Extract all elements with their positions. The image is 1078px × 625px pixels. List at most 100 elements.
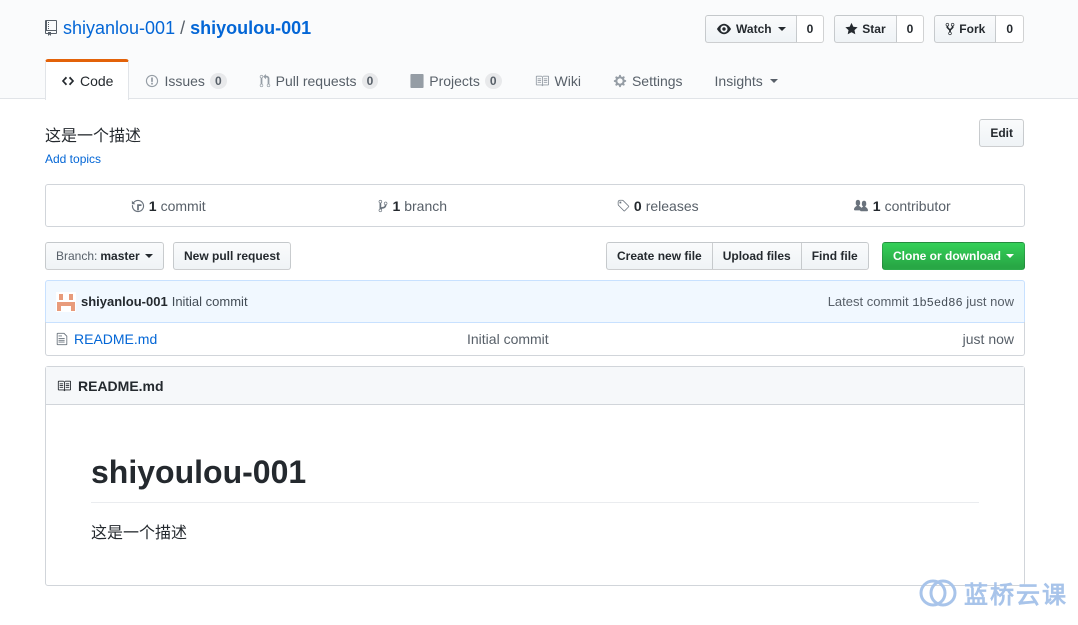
commit-tease: shiyanlou-001 Initial commit Latest comm… — [45, 280, 1025, 323]
find-file-button[interactable]: Find file — [800, 242, 869, 270]
file-list: README.md Initial commit just now — [45, 322, 1025, 356]
branches-count: 1 — [392, 197, 401, 214]
watch-button[interactable]: Watch — [705, 15, 797, 43]
fork-count[interactable]: 0 — [996, 15, 1024, 43]
watch-label: Watch — [736, 22, 772, 36]
repo-actions: Watch 0 Star 0 Fork 0 — [705, 15, 1024, 43]
fork-icon — [945, 22, 955, 36]
star-group: Star 0 — [834, 15, 925, 43]
releases-link[interactable]: 0 releases — [535, 185, 780, 226]
branch-icon — [379, 199, 388, 212]
repo-title: shiyanlou-001 / shiyoulou-001 — [45, 16, 311, 40]
tab-label: Code — [80, 73, 114, 89]
repo-header: shiyanlou-001 / shiyoulou-001 Watch 0 St… — [0, 0, 1078, 100]
book-icon — [535, 75, 549, 86]
watermark-text: 蓝桥云课 — [964, 582, 1068, 609]
readme-text: 这是一个描述 — [91, 525, 188, 542]
tab-code[interactable]: Code — [45, 59, 130, 100]
branch-prefix: Branch: — [56, 249, 98, 263]
repo-description: 这是一个描述 — [45, 128, 142, 145]
releases-count: 0 — [633, 197, 642, 214]
clone-label: Clone or download — [893, 249, 1001, 263]
fork-label: Fork — [959, 22, 986, 36]
eye-icon — [717, 23, 732, 35]
caret-down-icon — [144, 254, 153, 258]
clone-download-button[interactable]: Clone or download — [882, 242, 1025, 270]
fork-button[interactable]: Fork — [934, 15, 997, 43]
branches-label: branch — [404, 197, 448, 214]
issue-icon — [146, 74, 159, 87]
file-navigation: Branch: master New pull request Create n… — [45, 242, 1025, 270]
commit-age: just now — [966, 293, 1014, 309]
branch-select[interactable]: Branch: master — [45, 242, 164, 270]
tab-label: Insights — [714, 72, 763, 89]
contributors-count: 1 — [872, 197, 881, 214]
watermark: 蓝桥云课 — [918, 575, 1068, 610]
tab-label: Projects — [429, 72, 480, 89]
people-icon — [853, 199, 868, 211]
branches-link[interactable]: 1 branch — [291, 185, 536, 226]
new-pull-request-button[interactable]: New pull request — [173, 242, 292, 270]
star-icon — [845, 22, 858, 35]
tab-issues[interactable]: Issues 0 — [129, 59, 242, 99]
pr-counter: 0 — [361, 72, 379, 89]
commits-count: 1 — [148, 197, 157, 214]
caret-down-icon — [777, 27, 786, 31]
commit-author-link[interactable]: shiyanlou-001 — [81, 294, 168, 309]
code-icon — [61, 76, 75, 86]
lanqiao-logo-icon — [919, 579, 957, 606]
avatar[interactable] — [56, 291, 76, 312]
commits-link[interactable]: 1 commit — [46, 185, 291, 226]
releases-label: releases — [645, 197, 699, 214]
history-icon — [131, 199, 144, 212]
path-separator: / — [180, 18, 186, 38]
file-commit-message-link[interactable]: Initial commit — [467, 331, 549, 347]
contributors-label: contributor — [884, 197, 951, 214]
tab-label: Settings — [631, 72, 683, 89]
watch-group: Watch 0 — [705, 15, 825, 43]
watch-count[interactable]: 0 — [796, 15, 825, 43]
readme-body: shiyoulou-001 这是一个描述 — [46, 452, 1024, 543]
add-topics-link[interactable]: Add topics — [45, 152, 101, 166]
latest-commit-info: Latest commit 1b5ed86 just now — [828, 294, 1014, 310]
create-new-file-button[interactable]: Create new file — [606, 242, 713, 270]
file-name-link[interactable]: README.md — [74, 331, 157, 347]
tag-icon — [617, 199, 630, 211]
file-actions: Create new file Upload files Find file — [606, 242, 869, 270]
commits-label: commit — [160, 197, 206, 214]
star-count[interactable]: 0 — [896, 15, 925, 43]
tab-settings[interactable]: Settings — [597, 59, 699, 99]
edit-button[interactable]: Edit — [979, 119, 1024, 147]
repo-name-link[interactable]: shiyoulou-001 — [190, 16, 311, 40]
tab-label: Pull requests — [275, 72, 357, 89]
latest-commit-label: Latest commit — [827, 293, 909, 309]
tab-pull-requests[interactable]: Pull requests 0 — [243, 59, 395, 99]
book-icon — [57, 380, 71, 391]
tab-insights[interactable]: Insights — [699, 59, 794, 99]
tab-projects[interactable]: Projects 0 — [394, 59, 517, 99]
issues-counter: 0 — [209, 72, 227, 89]
star-label: Star — [862, 22, 886, 36]
upload-files-button[interactable]: Upload files — [711, 242, 802, 270]
tab-label: Issues — [164, 72, 205, 89]
repo-icon — [45, 20, 57, 36]
readme-header: README.md — [46, 367, 1024, 405]
commit-message-link[interactable]: Initial commit — [172, 294, 248, 309]
tab-label: Wiki — [554, 72, 581, 89]
readme-panel: README.md shiyoulou-001 这是一个描述 — [45, 366, 1025, 586]
contributors-link[interactable]: 1 contributor — [780, 185, 1025, 226]
file-row: README.md Initial commit just now — [46, 322, 1024, 355]
star-button[interactable]: Star — [834, 15, 897, 43]
caret-down-icon — [1006, 254, 1014, 258]
pr-icon — [259, 73, 270, 87]
repo-owner-link[interactable]: shiyanlou-001 — [63, 16, 175, 40]
fork-group: Fork 0 — [934, 15, 1024, 43]
project-icon — [410, 73, 424, 88]
file-age: just now — [962, 330, 1014, 347]
repo-nav: Code Issues 0 Pull requests 0 Projects 0… — [45, 59, 794, 100]
projects-counter: 0 — [484, 72, 502, 89]
readme-filename: README.md — [78, 377, 164, 394]
commit-sha-link[interactable]: 1b5ed86 — [912, 296, 962, 310]
tab-wiki[interactable]: Wiki — [518, 59, 597, 99]
gear-icon — [613, 74, 627, 87]
